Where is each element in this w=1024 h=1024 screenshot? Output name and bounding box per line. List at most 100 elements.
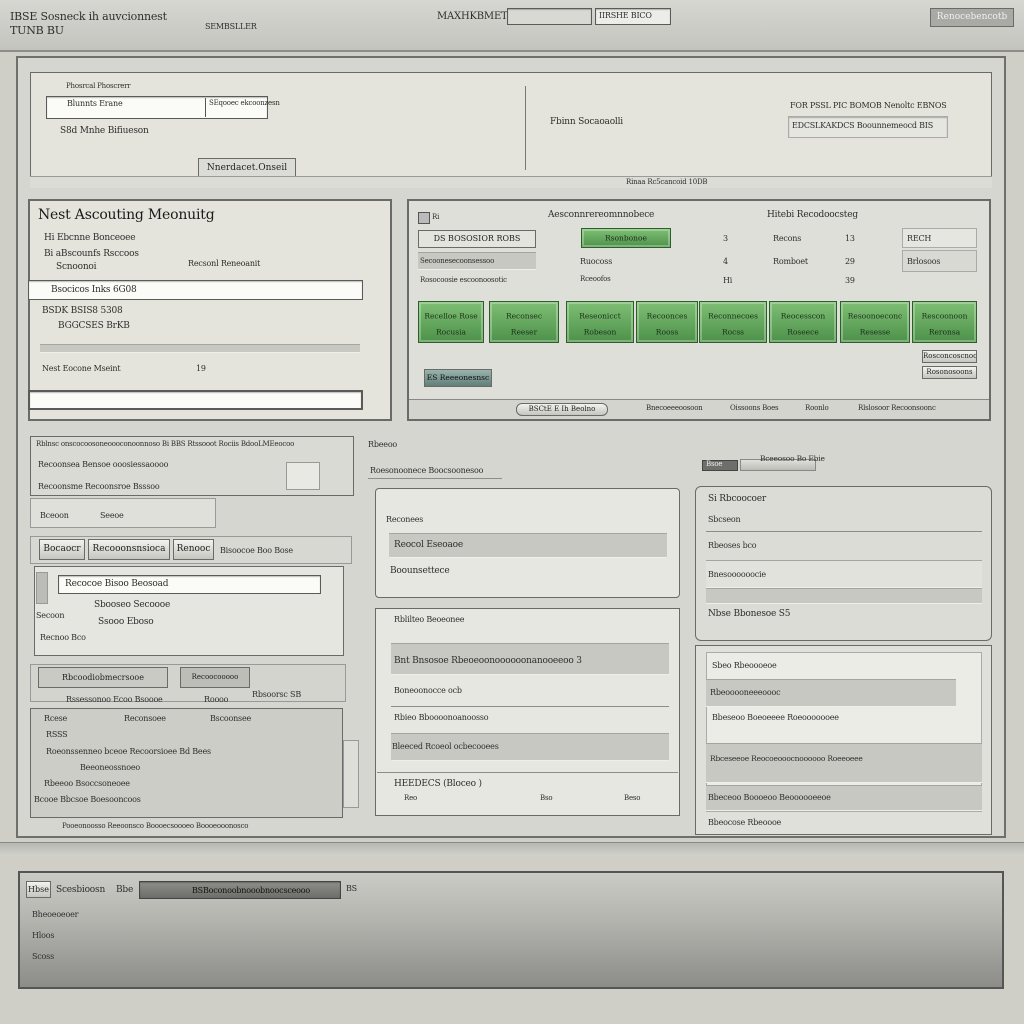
table-col3: Bscoonsee (210, 714, 252, 723)
tab-recooonsnsioca[interactable]: Recooonsnsioca (88, 539, 170, 560)
tab-bosos[interactable]: DS BOSOSIOR ROBS (418, 230, 536, 248)
lower-left-header: Rblnsc onscocoosoneoooconoonnoso Bi BBS … (36, 440, 295, 448)
account-line3: Scnoonoi (56, 262, 97, 272)
status-item-4: Roonlo (805, 404, 829, 412)
box1-line2: Reocol Eseoaoe (394, 540, 463, 550)
top-label: SEMBSLLER (205, 22, 257, 31)
green-button-1[interactable]: Recelloe Rose Rocusia (418, 301, 484, 343)
right-line9: Bbeceoo Boooeoo Beoooooeeoe (708, 793, 831, 802)
form-action-button[interactable]: Nnerdacet.Onseil (198, 158, 296, 178)
green-button-7[interactable]: Resoonoeconc Resesse (840, 301, 910, 343)
tab-renooc[interactable]: Renooc (173, 539, 214, 560)
form-small-label: Phosrcal Phoscrerr (66, 82, 131, 90)
app-subtitle: TUNB BU (10, 24, 64, 37)
account-line2: Bi aBscounfs Rsccoos (44, 249, 139, 259)
form-right-field[interactable]: EDCSLKAKDCS Boounnemeocd BIS (788, 116, 948, 138)
grid-bottom-button[interactable]: ES Reeeonesnsc (424, 369, 492, 387)
green-button-2[interactable]: Reconsec Reeser (489, 301, 559, 343)
green-top-button[interactable]: Rsonbonoe (581, 228, 671, 248)
account-row-value: 19 (196, 364, 206, 373)
right-line6: Rbeooooneeeoooc (710, 688, 781, 697)
row2-button[interactable]: Rbcoodiobmecrsooe (38, 667, 168, 688)
status-item-1[interactable]: BSCtE E Ih Beolno (516, 403, 608, 416)
box2-title: Rblilteo Beoeonee (394, 615, 465, 624)
right-title: Si Rbcoocoer (708, 494, 767, 504)
center-header-label: Rbeeoo (368, 440, 398, 449)
account-right-label: Recsonl Reneoanit (188, 259, 261, 268)
bottom-tab-field[interactable]: BSBoconoobnooobnoocsceooo (139, 881, 341, 899)
status-field[interactable]: IIRSHE BICO (595, 8, 671, 25)
lower-left-line7: Ssooo Eboso (98, 617, 154, 627)
box1-line1: Reconees (386, 515, 424, 524)
status-item-5: Rlslosoor Recoonsoonc (858, 404, 936, 412)
bottom-tab-3[interactable]: Bbe (116, 885, 133, 895)
box2-c2: Bso (540, 794, 553, 802)
lower-left-input[interactable]: Recocoe Bisoo Beosoad (58, 575, 321, 594)
app-title: IBSE Sosneck ih auvcionnest (10, 10, 167, 23)
tab-bocaocr[interactable]: Bocaocr (39, 539, 85, 560)
bottom-tab-2[interactable]: Scesbioosn (56, 885, 105, 895)
table-line2: Roeonssenneo bceoe Recoorsioee Bd Bees (46, 747, 211, 756)
menu-label[interactable]: MAXHKBMET (437, 11, 508, 22)
right-div1 (706, 531, 982, 532)
lower-left-scroll[interactable] (36, 572, 48, 604)
bottom-separator (0, 842, 1024, 856)
grid-icon-label: Ri (432, 213, 440, 221)
row2-extra: Roooo (204, 695, 229, 704)
right-line4: Nbse Bbonesoe S5 (708, 609, 791, 619)
account-bottom-field[interactable] (28, 390, 363, 410)
box2-line5: HEEDECS (Bloceo ) (394, 779, 482, 789)
bottom-line2: Hloos (32, 931, 55, 940)
status-item-2: Bnecoeeeoosoon (646, 404, 703, 412)
grid-right-button-2[interactable]: Rosonosoons (922, 366, 977, 379)
table-line3: Beeoneossnoeo (80, 763, 140, 772)
right-line7: Bbeseoo Boeoeeee Roeooooooee (712, 713, 839, 722)
search-input[interactable] (507, 8, 592, 25)
grid-r2c4: Romboet (773, 257, 808, 266)
grid-r1c2: Ruocoss (580, 257, 613, 266)
account-field[interactable]: Bsocicos Inks 6G08 (28, 280, 363, 300)
green-button-5[interactable]: Reconnecoes Rocss (699, 301, 767, 343)
grid-r1c6-cell[interactable]: RECH (902, 228, 977, 248)
table-line5: Bcooe Bbcsoe Boesooncoos (34, 795, 141, 804)
green-button-6[interactable]: Reocesscon Roseece (769, 301, 837, 343)
lower-left-line4: Seeoe (100, 511, 124, 520)
green-button-4[interactable]: Recoonces Rooss (636, 301, 698, 343)
form-right-line1: FOR PSSL PIC BOMOB Nenoltc EBNOS (790, 101, 947, 110)
green-button-3[interactable]: Reseonicct Robeson (566, 301, 634, 343)
center-header-underline (368, 478, 502, 479)
table-line1: RSSS (46, 730, 68, 739)
top-right-button[interactable]: Renocebencotb (930, 8, 1014, 27)
grid-r1c5: 13 (845, 234, 855, 243)
right-stripe4 (706, 743, 982, 783)
row2-value[interactable]: Recoocooooo (180, 667, 250, 688)
right-line3: Bnesoooooocie (708, 570, 766, 579)
right-line1: Sbcseon (708, 515, 741, 524)
grid-r3c4: 39 (845, 276, 855, 285)
form-divider (525, 86, 526, 170)
table-col2: Reconsoee (124, 714, 166, 723)
grid-r2c1: Secoonesecoonsessoo (420, 257, 495, 265)
right-top-label: Bsoe (706, 460, 723, 468)
grid-right-button-1[interactable]: Rosconcoscnoos (922, 350, 977, 363)
table-scroll[interactable] (343, 740, 359, 808)
table-line4: Rbeeoo Bsoccsoneoee (44, 779, 130, 788)
green-button-8[interactable]: Rescoonoon Reronsa (912, 301, 977, 343)
account-title: Nest Ascouting Meonuitg (38, 207, 215, 223)
lower-left-footer: Pooeonoosso Reeoonsco Boooecsoooeo Boooe… (62, 822, 249, 830)
bottom-line3: Scoss (32, 952, 54, 961)
account-stripe (40, 344, 360, 353)
bottom-tab-1[interactable]: Hbse (26, 881, 51, 898)
row2-side: Rbsoorsc SB (252, 690, 301, 699)
grid-r2c2: Rceoofos (580, 275, 611, 283)
lower-left-line8: Recnoo Bco (40, 633, 86, 642)
name-input[interactable]: Blunnts Erane SEqooec ekcoonzesn (46, 96, 280, 119)
account-line5: BGGCSES BrKB (58, 321, 130, 331)
right-top-value: Bceeosoo Bo Ebie (760, 454, 825, 463)
table-col1: Rcese (44, 714, 68, 723)
right-line10: Bbeocose Rbeoooe (708, 818, 782, 827)
account-line4: BSDK BSIS8 5308 (42, 306, 123, 316)
lower-left-line1: Recoonsea Bensoe ooosiessaoooo (38, 460, 169, 469)
tab-note: Bisoocoe Boo Bose (220, 546, 293, 555)
grid-r2c6-cell[interactable]: Brlosoos (902, 250, 977, 272)
